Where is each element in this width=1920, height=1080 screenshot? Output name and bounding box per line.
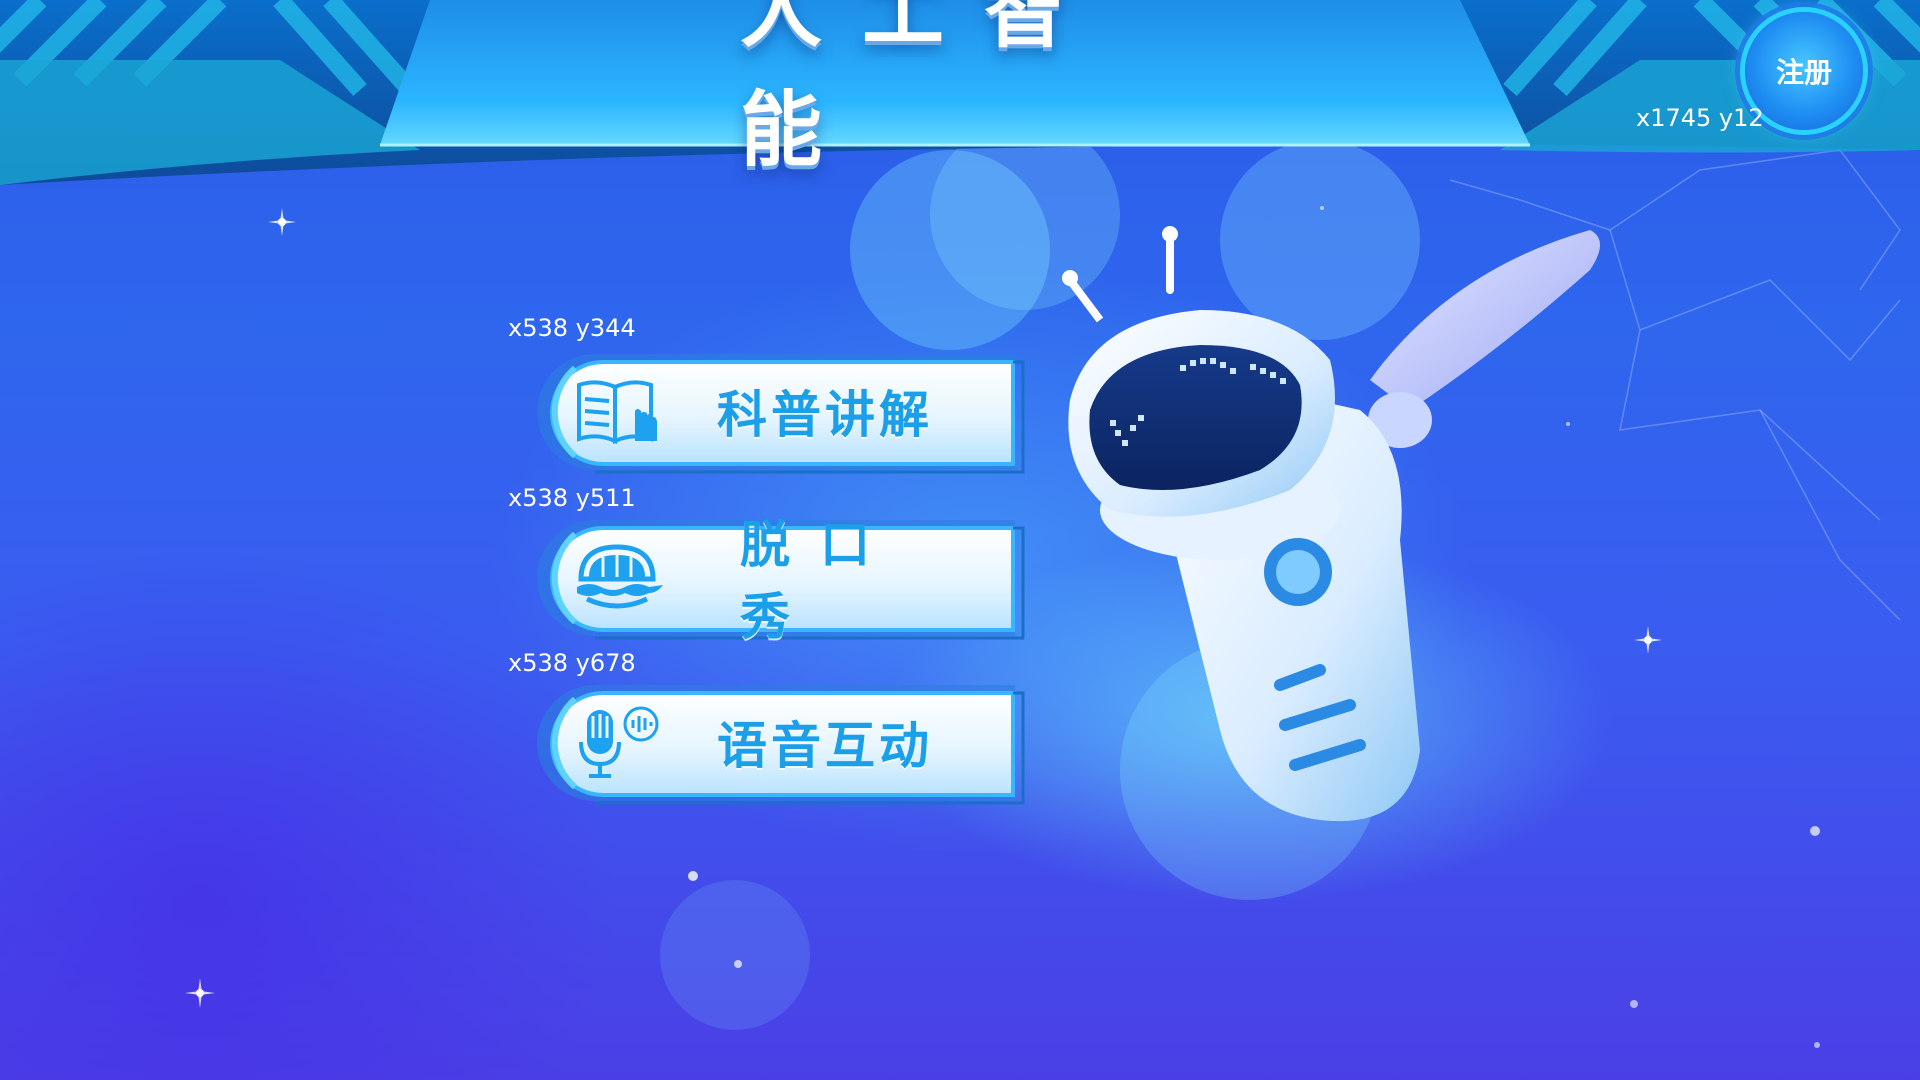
science-explain-label: 科普讲解	[717, 386, 933, 444]
menu-coord-label: x538 y344	[508, 314, 636, 342]
register-button-label: 注册	[1775, 56, 1832, 89]
voice-interaction-button[interactable]: 语音互动	[535, 677, 1035, 807]
bokeh-circle	[660, 880, 810, 1030]
page-title: 人工智能	[740, 0, 1107, 178]
app-background: 人工智能 注册 x1745 y12 x538 y344 x538 y511 x5…	[0, 0, 1920, 1080]
talk-show-button[interactable]: 脱口秀	[535, 512, 1035, 646]
book-hand-icon	[577, 380, 657, 445]
microphone-icon	[579, 706, 659, 778]
mouth-icon	[577, 544, 663, 609]
robot-illustration	[1062, 226, 1600, 822]
science-explain-button[interactable]: 科普讲解	[535, 346, 1035, 476]
menu-coord-label: x538 y678	[508, 649, 636, 677]
talk-show-label: 脱口秀	[740, 516, 900, 646]
menu-coord-label: x538 y511	[508, 484, 636, 512]
voice-interaction-label: 语音互动	[717, 717, 933, 775]
register-coord-label: x1745 y12	[1636, 104, 1764, 132]
